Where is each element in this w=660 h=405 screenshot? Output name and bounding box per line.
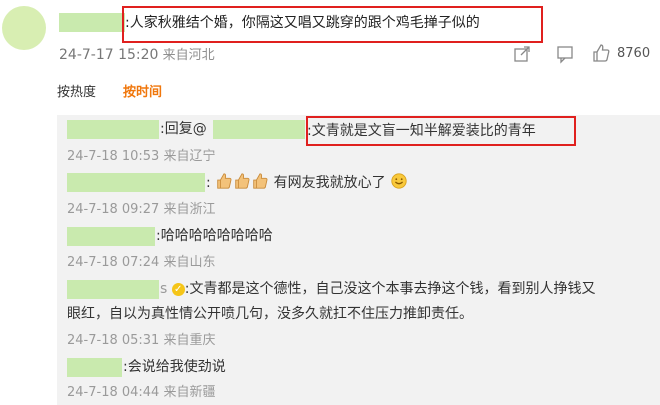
comment-text: :人家秋雅结个婚，你隔这又唱又跳穿的跟个鸡毛掸子似的 bbox=[125, 15, 480, 31]
thumbs-up-emoji-icon bbox=[217, 173, 232, 189]
reply-text: :会说给我使劲说 bbox=[123, 359, 226, 375]
comment-time: 24-7-17 15:20 bbox=[59, 47, 159, 63]
reply-text-row: : 有网友我就放心了 bbox=[206, 172, 408, 193]
reply-author-name[interactable] bbox=[67, 173, 205, 192]
reply-text: :哈哈哈哈哈哈哈哈 bbox=[156, 228, 273, 244]
author-name[interactable] bbox=[59, 13, 125, 32]
thumbs-up-emoji-icon bbox=[235, 173, 250, 189]
smile-emoji-icon bbox=[391, 173, 407, 189]
reply-meta: 24-7-18 05:31 来自重庆 bbox=[67, 332, 216, 350]
share-icon[interactable] bbox=[512, 44, 532, 64]
reply-time: 24-7-18 07:24 bbox=[67, 255, 160, 270]
reply-meta: 24-7-18 09:27 来自浙江 bbox=[67, 201, 216, 219]
comment-location: 来自河北 bbox=[162, 48, 215, 63]
reply-author-name-tail: s bbox=[160, 281, 168, 297]
mentioned-user[interactable] bbox=[213, 120, 305, 139]
reply-time: 24-7-18 09:27 bbox=[67, 202, 160, 217]
reply-time: 24-7-18 05:31 bbox=[67, 333, 160, 348]
reply-text: 有网友我就放心了 bbox=[273, 175, 386, 191]
reply-author-name[interactable] bbox=[67, 227, 155, 246]
reply-author-name[interactable] bbox=[67, 358, 122, 377]
reply-location: 来自浙江 bbox=[163, 202, 216, 217]
reply-time: 24-7-18 10:53 bbox=[67, 149, 160, 164]
reply-text-line2: 眼红，自以为真性情公开喷几句，没多久就扛不住压力推卸责任。 bbox=[67, 306, 473, 322]
comment-icon[interactable] bbox=[555, 44, 575, 64]
reply-text-row: s ✓:文青都是这个德性，自己没这个本事去挣这个钱，看到别人挣钱又 bbox=[160, 279, 595, 299]
reply-author-name[interactable] bbox=[67, 120, 159, 139]
reply-location: 来自山东 bbox=[163, 255, 216, 270]
reply-meta: 24-7-18 07:24 来自山东 bbox=[67, 254, 216, 272]
avatar[interactable] bbox=[2, 6, 46, 50]
reply-location: 来自新疆 bbox=[163, 385, 216, 400]
thumbs-up-emoji-icon bbox=[253, 173, 268, 189]
reply-to-label: :回复@ bbox=[160, 121, 207, 137]
reply-prefix: :回复@ bbox=[160, 119, 207, 139]
reply-location: 来自重庆 bbox=[163, 333, 216, 348]
reply-meta: 24-7-18 04:44 来自新疆 bbox=[67, 384, 216, 402]
reply-time: 24-7-18 04:44 bbox=[67, 385, 160, 400]
sort-by-time-tab[interactable]: 按时间 bbox=[123, 84, 162, 102]
sort-by-hot-tab[interactable]: 按热度 bbox=[57, 84, 96, 102]
reply-location: 来自辽宁 bbox=[163, 149, 216, 164]
like-count: 8760 bbox=[617, 46, 651, 61]
verified-badge-icon: ✓ bbox=[171, 283, 185, 296]
thumbs-up-icon[interactable] bbox=[591, 43, 611, 63]
reply-text: :文青都是这个德性，自己没这个本事去挣这个钱，看到别人挣钱又 bbox=[184, 281, 596, 297]
reply-meta: 24-7-18 10:53 来自辽宁 bbox=[67, 148, 216, 166]
reply-text: :文青就是文盲一知半解爱装比的青年 bbox=[307, 123, 536, 139]
comment-meta: 24-7-17 15:20 来自河北 bbox=[59, 46, 215, 65]
reply-author-name[interactable] bbox=[67, 280, 159, 299]
